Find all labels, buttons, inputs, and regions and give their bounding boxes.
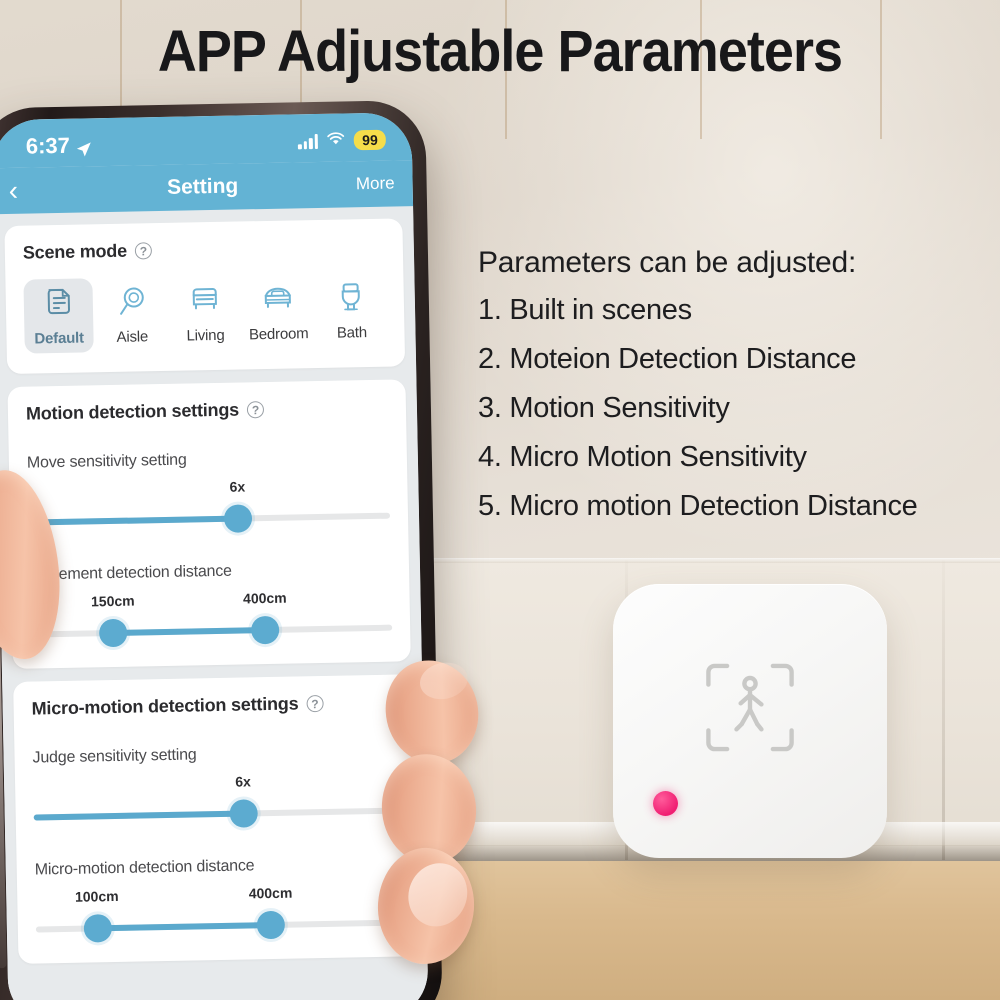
parameter-list-item: 1. Built in scenes (478, 294, 692, 326)
document-icon (41, 286, 76, 326)
scene-list: Default Aisle Living Bedroom Bath (23, 273, 386, 354)
toilet-icon (334, 280, 369, 320)
scene-item-aisle[interactable]: Aisle (97, 277, 168, 352)
scene-item-label: Bedroom (248, 325, 309, 344)
move-sensitivity-label: Move sensitivity setting (26, 451, 187, 472)
phone-mockup: 6:37 99 ‹ Setting More Scene mode ? Defa… (0, 99, 455, 1000)
judge-sensitivity-value: 6x (235, 773, 251, 790)
parameter-list-lead: Parameters can be adjusted: (478, 246, 857, 279)
micro-motion-card: Micro-motion detection settings ? Judge … (13, 674, 417, 964)
parameter-list-item: 2. Moteion Detection Distance (478, 343, 857, 375)
motion-card-title-row: Motion detection settings ? (26, 397, 388, 425)
more-button[interactable]: More (356, 174, 395, 195)
battery-badge: 99 (354, 129, 386, 151)
cabinet-seam (942, 560, 945, 860)
status-bar: 6:37 99 (0, 112, 413, 169)
parameter-list-item: 4. Micro Motion Sensitivity (478, 441, 807, 473)
scene-item-default[interactable]: Default (23, 278, 95, 354)
micro-card-title-row: Micro-motion detection settings ? (31, 692, 393, 720)
judge-sensitivity-value-row: 6x (33, 771, 395, 798)
phone-screen: 6:37 99 ‹ Setting More Scene mode ? Defa… (0, 112, 429, 1000)
slider-thumb-max[interactable] (256, 910, 286, 940)
wifi-icon (327, 131, 345, 150)
question-mark-icon[interactable]: ? (246, 401, 265, 419)
nav-title: Setting (166, 174, 239, 199)
scene-item-living[interactable]: Living (170, 276, 241, 351)
scene-mode-title-row: Scene mode ? (23, 236, 385, 264)
parameter-list-item: 3. Motion Sensitivity (478, 392, 730, 424)
movement-distance-max-value: 400cm (242, 589, 287, 607)
walking-person-scan-icon (698, 656, 802, 765)
move-sensitivity-value-row: 6x (27, 476, 389, 503)
status-bar-left: 6:37 (26, 132, 93, 159)
slider-fill (33, 810, 244, 821)
settings-content: Scene mode ? Default Aisle Living Bedroo… (0, 206, 429, 1000)
scene-item-label: Bath (336, 324, 368, 342)
movement-distance-value-row: 150cm 400cm (29, 588, 391, 615)
movement-distance-range-slider[interactable] (30, 614, 393, 649)
nav-bar: ‹ Setting More (0, 160, 414, 215)
motion-detection-card: Motion detection settings ? Move sensiti… (7, 379, 411, 669)
judge-sensitivity-slider[interactable] (33, 797, 396, 832)
micro-distance-min-value: 100cm (74, 887, 119, 905)
micro-distance-max-value: 400cm (248, 884, 293, 902)
bed-icon (261, 281, 296, 321)
move-sensitivity-slider[interactable] (28, 502, 391, 537)
scene-item-bedroom[interactable]: Bedroom (243, 274, 314, 349)
movement-distance-min-value: 150cm (90, 592, 135, 610)
scene-item-label: Aisle (116, 328, 149, 346)
page-title: APP Adjustable Parameters (157, 19, 843, 84)
scene-mode-card: Scene mode ? Default Aisle Living Bedroo… (4, 218, 406, 374)
location-arrow-icon (76, 137, 92, 157)
movement-distance-label: Movement detection distance (28, 562, 232, 584)
slider-fill (28, 515, 239, 526)
slider-thumb-max[interactable] (251, 615, 280, 645)
micro-distance-range-slider[interactable] (35, 909, 398, 944)
question-mark-icon[interactable]: ? (306, 694, 324, 713)
parameter-list-item: 5. Micro motion Detection Distance (478, 490, 918, 522)
question-mark-icon[interactable]: ? (134, 242, 153, 260)
status-bar-right: 99 (298, 129, 386, 152)
status-led (653, 791, 678, 816)
slider-thumb-min[interactable] (83, 914, 112, 943)
parameter-list: Parameters can be adjusted: 1. Built in … (478, 246, 998, 539)
motion-card-title: Motion detection settings (25, 399, 240, 424)
clock-time: 6:37 (25, 132, 71, 159)
micro-distance-label: Micro-motion detection distance (34, 857, 255, 879)
slider-thumb[interactable] (223, 504, 253, 533)
slider-fill (97, 922, 272, 932)
micro-card-title: Micro-motion detection settings (31, 693, 299, 719)
magnifier-icon (114, 284, 149, 324)
motion-sensor-device (613, 584, 887, 858)
micro-distance-value-row: 100cm 400cm (35, 883, 397, 910)
slider-thumb[interactable] (229, 799, 258, 828)
scene-mode-title: Scene mode (22, 240, 128, 263)
scene-item-bath[interactable]: Bath (316, 273, 387, 348)
judge-sensitivity-label: Judge sensitivity setting (32, 746, 197, 767)
cellular-signal-icon (298, 133, 319, 149)
scene-item-label: Default (34, 329, 85, 348)
slider-thumb-min[interactable] (99, 618, 128, 648)
move-sensitivity-value: 6x (229, 478, 246, 495)
scene-item-label: Living (186, 326, 225, 345)
sofa-icon (188, 283, 223, 323)
slider-fill (113, 627, 266, 636)
